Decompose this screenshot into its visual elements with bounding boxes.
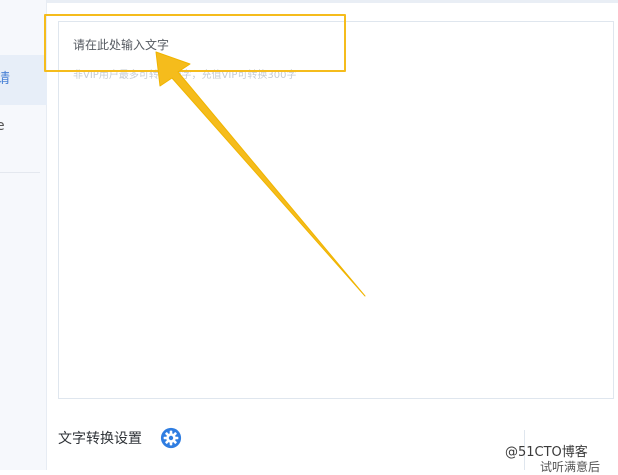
preview-panel-text: 试听满意后 [540,460,601,474]
sidebar-item-label[interactable]: e [0,119,5,133]
highlight-box [44,14,346,72]
sidebar-item-label: 请 [0,71,10,87]
watermark: @51CTO博客 [505,445,588,460]
sidebar-divider [0,172,40,173]
header-edge [47,0,618,3]
conversion-settings-label: 文字转换设置 [58,431,142,447]
gear-icon[interactable] [160,427,182,449]
